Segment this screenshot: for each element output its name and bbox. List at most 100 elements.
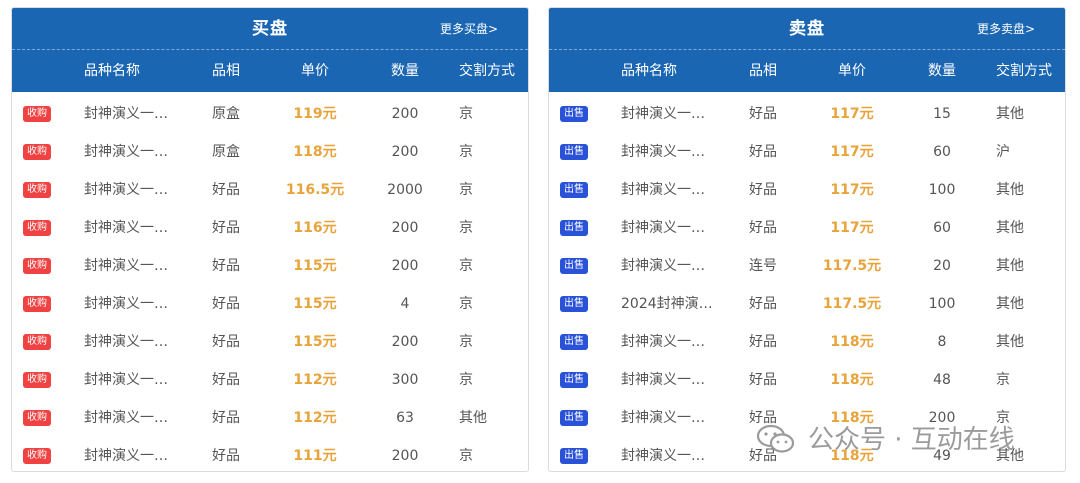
table-row[interactable]: 出售 封神演义一… 好品 118元 200 京 (549, 399, 1065, 437)
buy-badge: 收购 (23, 106, 51, 122)
quantity: 4 (400, 296, 410, 312)
table-row[interactable]: 收购 封神演义一… 原盒 118元 200 京 (12, 133, 528, 171)
table-row[interactable]: 收购 封神演义一… 好品 112元 300 京 (12, 361, 528, 399)
unit-price: 112元 (293, 410, 337, 426)
col-quantity: 数量 (928, 63, 956, 79)
quantity: 48 (933, 372, 951, 388)
table-row[interactable]: 收购 封神演义一… 好品 115元 4 京 (12, 285, 528, 323)
product-name: 2024封神演… (621, 296, 713, 312)
table-row[interactable]: 收购 封神演义一… 好品 111元 200 京 (12, 437, 528, 471)
buy-badge: 收购 (23, 448, 51, 464)
condition: 好品 (749, 372, 777, 388)
sell-badge: 出售 (560, 258, 588, 274)
condition: 好品 (212, 220, 240, 236)
product-name: 封神演义一… (621, 182, 705, 198)
table-row[interactable]: 收购 封神演义一… 好品 116.5元 2000 京 (12, 171, 528, 209)
unit-price: 116元 (293, 220, 337, 236)
product-name: 封神演义一… (621, 144, 705, 160)
product-name: 封神演义一… (621, 220, 705, 236)
unit-price: 116.5元 (285, 182, 345, 198)
sell-table-header: 品种名称 品相 单价 数量 交割方式 (549, 50, 1065, 92)
quantity: 100 (928, 296, 956, 312)
delivery-method: 京 (996, 410, 1010, 426)
table-row[interactable]: 出售 封神演义一… 连号 117.5元 20 其他 (549, 247, 1065, 285)
quantity: 20 (933, 258, 951, 274)
quantity: 200 (391, 258, 419, 274)
delivery-method: 京 (459, 106, 473, 122)
more-buy-link[interactable]: 更多买盘> (440, 8, 498, 50)
product-name: 封神演义一… (621, 410, 705, 426)
product-name: 封神演义一… (84, 106, 168, 122)
delivery-method: 京 (459, 220, 473, 236)
sell-badge: 出售 (560, 410, 588, 426)
quantity: 200 (391, 448, 419, 464)
condition: 好品 (212, 372, 240, 388)
table-row[interactable]: 收购 封神演义一… 好品 112元 63 其他 (12, 399, 528, 437)
more-sell-link[interactable]: 更多卖盘> (977, 8, 1035, 50)
unit-price: 118元 (293, 144, 337, 160)
condition: 原盒 (212, 144, 240, 160)
condition: 好品 (212, 334, 240, 350)
col-delivery-method: 交割方式 (459, 63, 515, 79)
table-row[interactable]: 出售 封神演义一… 好品 117元 15 其他 (549, 95, 1065, 133)
sell-table-body: 出售 封神演义一… 好品 117元 15 其他 出售 封神演义一… 好品 117元 60 沪出售 封神演… (549, 92, 1065, 471)
quantity: 8 (937, 334, 947, 350)
quantity: 49 (933, 448, 951, 464)
delivery-method: 京 (459, 258, 473, 274)
product-name: 封神演义一… (621, 106, 705, 122)
delivery-method: 其他 (996, 296, 1024, 312)
table-row[interactable]: 收购 封神演义一… 好品 116元 200 京 (12, 209, 528, 247)
condition: 好品 (749, 144, 777, 160)
delivery-method: 其他 (996, 182, 1024, 198)
quantity: 63 (396, 410, 414, 426)
quantity: 15 (933, 106, 951, 122)
delivery-method: 京 (459, 296, 473, 312)
table-row[interactable]: 出售 封神演义一… 好品 118元 8 其他 (549, 323, 1065, 361)
quantity: 2000 (387, 182, 423, 198)
sell-badge: 出售 (560, 372, 588, 388)
buy-badge: 收购 (23, 372, 51, 388)
col-quantity: 数量 (391, 63, 419, 79)
sell-badge: 出售 (560, 182, 588, 198)
quantity: 100 (928, 182, 956, 198)
delivery-method: 其他 (459, 410, 487, 426)
sell-badge: 出售 (560, 334, 588, 350)
delivery-method: 京 (996, 372, 1010, 388)
table-row[interactable]: 出售 封神演义一… 好品 118元 49 其他 (549, 437, 1065, 471)
quantity: 200 (391, 106, 419, 122)
table-row[interactable]: 收购 封神演义一… 好品 115元 200 京 (12, 323, 528, 361)
table-row[interactable]: 出售 封神演义一… 好品 117元 60 其他 (549, 209, 1065, 247)
col-price: 单价 (301, 63, 329, 79)
table-row[interactable]: 收购 封神演义一… 原盒 119元 200 京 (12, 95, 528, 133)
delivery-method: 其他 (996, 448, 1024, 464)
col-condition: 品相 (212, 63, 240, 79)
table-row[interactable]: 出售 封神演义一… 好品 117元 100 其他 (549, 171, 1065, 209)
sell-badge: 出售 (560, 144, 588, 160)
quantity: 200 (928, 410, 956, 426)
col-name: 品种名称 (621, 63, 677, 79)
unit-price: 118元 (830, 334, 874, 350)
buy-badge: 收购 (23, 258, 51, 274)
product-name: 封神演义一… (621, 334, 705, 350)
delivery-method: 其他 (996, 334, 1024, 350)
table-row[interactable]: 收购 封神演义一… 好品 115元 200 京 (12, 247, 528, 285)
unit-price: 117元 (830, 182, 874, 198)
condition: 好品 (212, 182, 240, 198)
unit-price: 117元 (830, 144, 874, 160)
table-row[interactable]: 出售 封神演义一… 好品 117元 60 沪 (549, 133, 1065, 171)
product-name: 封神演义一… (621, 448, 705, 464)
product-name: 封神演义一… (84, 372, 168, 388)
sell-badge: 出售 (560, 220, 588, 236)
delivery-method: 其他 (996, 258, 1024, 274)
table-row[interactable]: 出售 封神演义一… 好品 118元 48 京 (549, 361, 1065, 399)
product-name: 封神演义一… (84, 258, 168, 274)
table-row[interactable]: 出售 2024封神演… 好品 117.5元 100 其他 (549, 285, 1065, 323)
unit-price: 118元 (830, 410, 874, 426)
buy-panel-header: 买盘 更多买盘> (12, 8, 528, 50)
col-name: 品种名称 (84, 63, 140, 79)
buy-badge: 收购 (23, 220, 51, 236)
condition: 好品 (212, 258, 240, 274)
unit-price: 117元 (830, 220, 874, 236)
buy-table-header: 品种名称 品相 单价 数量 交割方式 (12, 50, 528, 92)
sell-panel: 卖盘 更多卖盘> 品种名称 品相 单价 数量 交割方式 出售 封神演义一… 好品 11… (548, 7, 1066, 472)
